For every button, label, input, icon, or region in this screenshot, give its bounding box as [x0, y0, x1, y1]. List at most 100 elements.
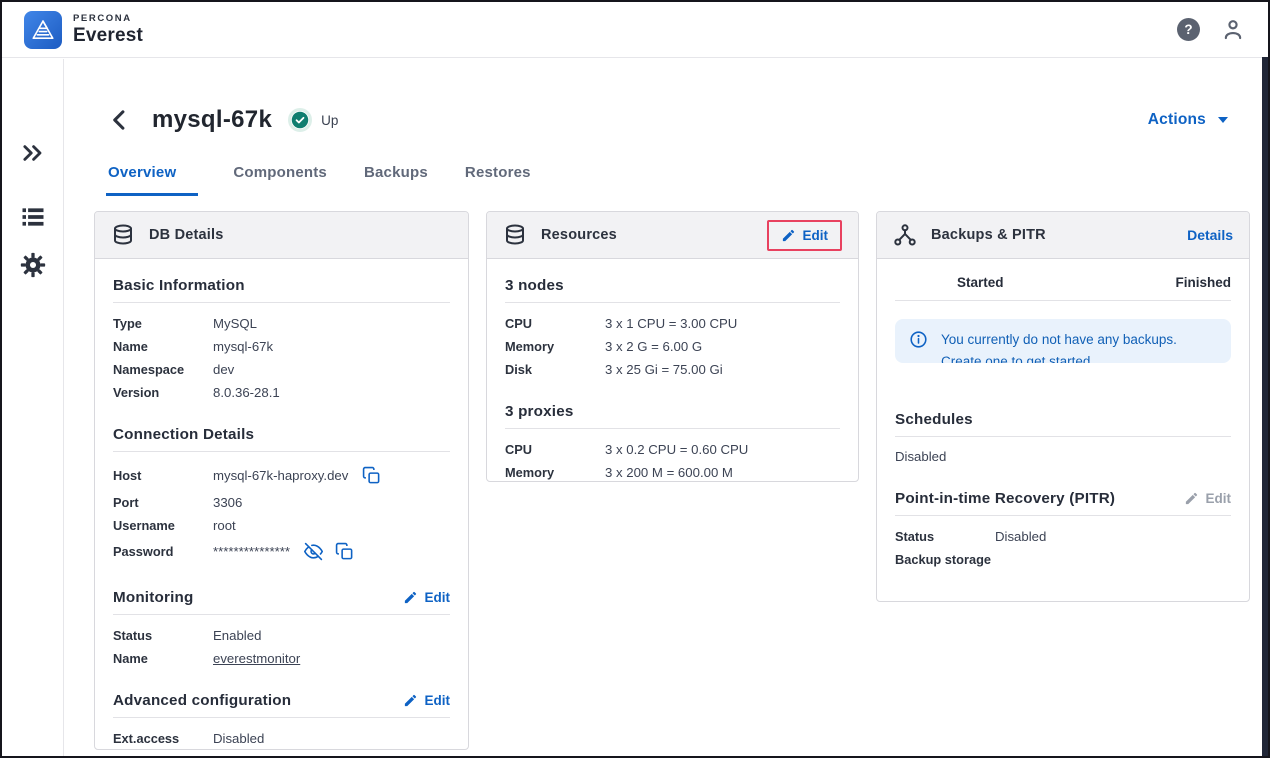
status-badge: Up: [288, 108, 338, 132]
copy-host-icon[interactable]: [362, 466, 381, 485]
monitoring-heading: Monitoring: [113, 589, 193, 606]
user-icon[interactable]: [1220, 17, 1246, 43]
nodes-section-header: 3 nodes: [505, 277, 840, 303]
actions-button[interactable]: Actions: [1148, 111, 1228, 129]
page-title: mysql-67k: [152, 106, 272, 134]
back-chevron-icon: [106, 106, 134, 134]
sidebar-expand-button[interactable]: [19, 139, 47, 167]
advanced-configuration-section-header: Advanced configuration Edit: [113, 692, 450, 718]
brand: PERCONA Everest: [24, 11, 143, 49]
backups-card-header: Backups & PITR Details: [877, 212, 1249, 259]
resources-card: Resources Edit 3 nodes CPU3 x 1 CPU = 3.…: [486, 211, 859, 482]
resources-card-header: Resources Edit: [487, 212, 858, 259]
connection-details-rows: Host mysql-67k-haproxy.dev Port3306 User…: [113, 462, 450, 565]
row-proxies-memory: Memory3 x 200 M = 600.00 M: [505, 462, 840, 482]
connection-details-heading: Connection Details: [113, 426, 254, 443]
advanced-configuration-heading: Advanced configuration: [113, 692, 291, 709]
back-button[interactable]: [106, 106, 134, 134]
row-monitoring-status: StatusEnabled: [113, 625, 450, 645]
backups-pitr-card: Backups & PITR Details Started Finished …: [876, 211, 1250, 602]
db-details-card-header: DB Details: [95, 212, 468, 259]
proxies-section-header: 3 proxies: [505, 403, 840, 429]
info-icon: [909, 330, 928, 349]
connection-details-section-header: Connection Details: [113, 426, 450, 452]
top-bar: PERCONA Everest ?: [2, 2, 1268, 58]
database-icon: [111, 223, 135, 247]
resources-edit-button[interactable]: Edit: [781, 228, 829, 243]
basic-information-heading: Basic Information: [113, 277, 245, 294]
pencil-icon: [781, 228, 796, 243]
sidebar-item-databases[interactable]: [19, 203, 47, 231]
sidebar-item-settings[interactable]: [19, 251, 47, 279]
monitoring-rows: StatusEnabled Nameeverestmonitor: [113, 625, 450, 668]
row-pitr-status: StatusDisabled: [895, 526, 1231, 546]
row-host: Host mysql-67k-haproxy.dev: [113, 462, 450, 489]
pencil-icon: [403, 590, 418, 605]
pencil-icon: [1184, 491, 1199, 506]
topbar-actions: ?: [1177, 17, 1246, 43]
pencil-icon: [403, 693, 418, 708]
column-finished: Finished: [1175, 275, 1231, 290]
advanced-configuration-rows: Ext.accessDisabled ParametersEnabled: [113, 728, 450, 750]
tab-overview[interactable]: Overview: [106, 162, 198, 196]
proxies-heading: 3 proxies: [505, 403, 574, 420]
edit-highlight-annotation: Edit: [767, 220, 843, 251]
tab-restores[interactable]: Restores: [463, 162, 533, 196]
no-backups-alert: You currently do not have any backups. C…: [895, 319, 1231, 363]
branch-icon: [893, 223, 917, 247]
row-pitr-backup-storage: Backup storage: [895, 549, 1231, 569]
basic-information-section-header: Basic Information: [113, 277, 450, 303]
caret-down-icon: [1218, 117, 1228, 123]
check-circle-icon: [288, 108, 312, 132]
help-icon[interactable]: ?: [1177, 18, 1200, 41]
basic-information-rows: TypeMySQL Namemysql-67k Namespacedev Ver…: [113, 313, 450, 402]
show-password-icon[interactable]: [304, 542, 323, 561]
backups-table-header: Started Finished: [895, 259, 1231, 301]
tab-backups[interactable]: Backups: [362, 162, 430, 196]
actions-label: Actions: [1148, 111, 1206, 129]
pitr-rows: StatusDisabled Backup storage: [895, 526, 1231, 569]
schedules-heading: Schedules: [895, 411, 973, 428]
tab-components[interactable]: Components: [231, 162, 329, 196]
schedules-section-header: Schedules: [895, 411, 1231, 437]
row-ext-access: Ext.accessDisabled: [113, 728, 450, 748]
row-version: Version8.0.36-28.1: [113, 382, 450, 402]
sidebar: [2, 59, 64, 756]
brand-percona-label: PERCONA: [73, 14, 143, 24]
scrollbar-right[interactable]: [1262, 57, 1268, 756]
database-icon: [503, 223, 527, 247]
copy-password-icon[interactable]: [335, 542, 354, 561]
monitoring-edit-button[interactable]: Edit: [403, 590, 451, 605]
percona-logo-icon: [24, 11, 62, 49]
backups-details-link[interactable]: Details: [1187, 227, 1233, 243]
no-backups-alert-text: You currently do not have any backups. C…: [941, 329, 1217, 363]
advanced-configuration-edit-button[interactable]: Edit: [403, 693, 451, 708]
row-namespace: Namespacedev: [113, 359, 450, 379]
column-started: Started: [957, 275, 1004, 290]
backups-card-title: Backups & PITR: [931, 227, 1046, 243]
pitr-section-header: Point-in-time Recovery (PITR) Edit: [895, 490, 1231, 516]
row-nodes-memory: Memory3 x 2 G = 6.00 G: [505, 336, 840, 356]
row-nodes-cpu: CPU3 x 1 CPU = 3.00 CPU: [505, 313, 840, 333]
page-header: mysql-67k Up Actions: [106, 98, 1228, 142]
app-window: PERCONA Everest ?: [0, 0, 1270, 758]
row-monitoring-name: Nameeverestmonitor: [113, 648, 450, 668]
db-details-card: DB Details Basic Information TypeMySQL N…: [94, 211, 469, 750]
monitor-name-link[interactable]: everestmonitor: [213, 651, 300, 666]
row-port: Port3306: [113, 492, 450, 512]
gear-icon: [19, 251, 47, 279]
database-list-icon: [19, 203, 47, 231]
pitr-heading: Point-in-time Recovery (PITR): [895, 490, 1115, 507]
db-details-card-title: DB Details: [149, 227, 224, 243]
double-chevron-right-icon: [19, 139, 47, 167]
schedules-value: Disabled: [895, 449, 1231, 464]
brand-text: PERCONA Everest: [73, 14, 143, 45]
monitoring-section-header: Monitoring Edit: [113, 589, 450, 615]
row-nodes-disk: Disk3 x 25 Gi = 75.00 Gi: [505, 359, 840, 379]
status-label: Up: [321, 113, 338, 128]
row-username: Usernameroot: [113, 515, 450, 535]
tab-bar: Overview Components Backups Restores: [106, 162, 533, 196]
row-name: Namemysql-67k: [113, 336, 450, 356]
pitr-edit-button[interactable]: Edit: [1184, 491, 1232, 506]
proxies-rows: CPU3 x 0.2 CPU = 0.60 CPU Memory3 x 200 …: [505, 439, 840, 482]
